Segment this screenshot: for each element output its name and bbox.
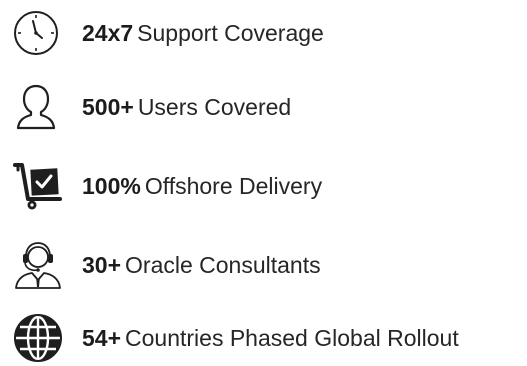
stat-value: 500+	[82, 93, 134, 120]
stat-value: 54+	[82, 324, 122, 351]
stat-item-offshore-delivery: 100% Offshore Delivery	[12, 161, 322, 211]
stat-value: 100%	[82, 172, 141, 199]
stat-text: 100% Offshore Delivery	[82, 172, 323, 199]
hand-truck-box-icon	[12, 161, 70, 211]
stats-list: 24x7Support Coverage 500+Users Covered	[0, 0, 527, 366]
globe-icon	[12, 313, 70, 363]
stat-item-users-covered: 500+ Users Covered	[12, 82, 291, 132]
clock-icon	[12, 8, 70, 58]
stat-text: 500+ Users Covered	[82, 93, 292, 120]
support-agent-headset-icon	[12, 240, 70, 290]
stat-value: 30+	[82, 251, 122, 278]
stat-label: Countries Phased Global Rollout	[125, 324, 459, 351]
stat-item-oracle-consultants: 30+ Oracle Consultants	[12, 240, 321, 290]
stat-label: Offshore Delivery	[144, 172, 323, 199]
stat-label: Support Coverage	[137, 19, 324, 46]
stat-item-support-coverage: 24x7 Support Coverage	[12, 8, 324, 58]
stat-value: 24x7	[82, 19, 134, 46]
stat-text: 54+ Countries Phased Global Rollout	[82, 324, 459, 351]
stat-text: 30+ Oracle Consultants	[82, 251, 321, 278]
stat-label: Oracle Consultants	[125, 251, 321, 278]
stat-item-global-rollout: 54+ Countries Phased Global Rollout	[12, 313, 459, 363]
stat-text: 24x7 Support Coverage	[82, 19, 324, 46]
user-icon	[12, 82, 70, 132]
stat-label: Users Covered	[137, 93, 292, 120]
